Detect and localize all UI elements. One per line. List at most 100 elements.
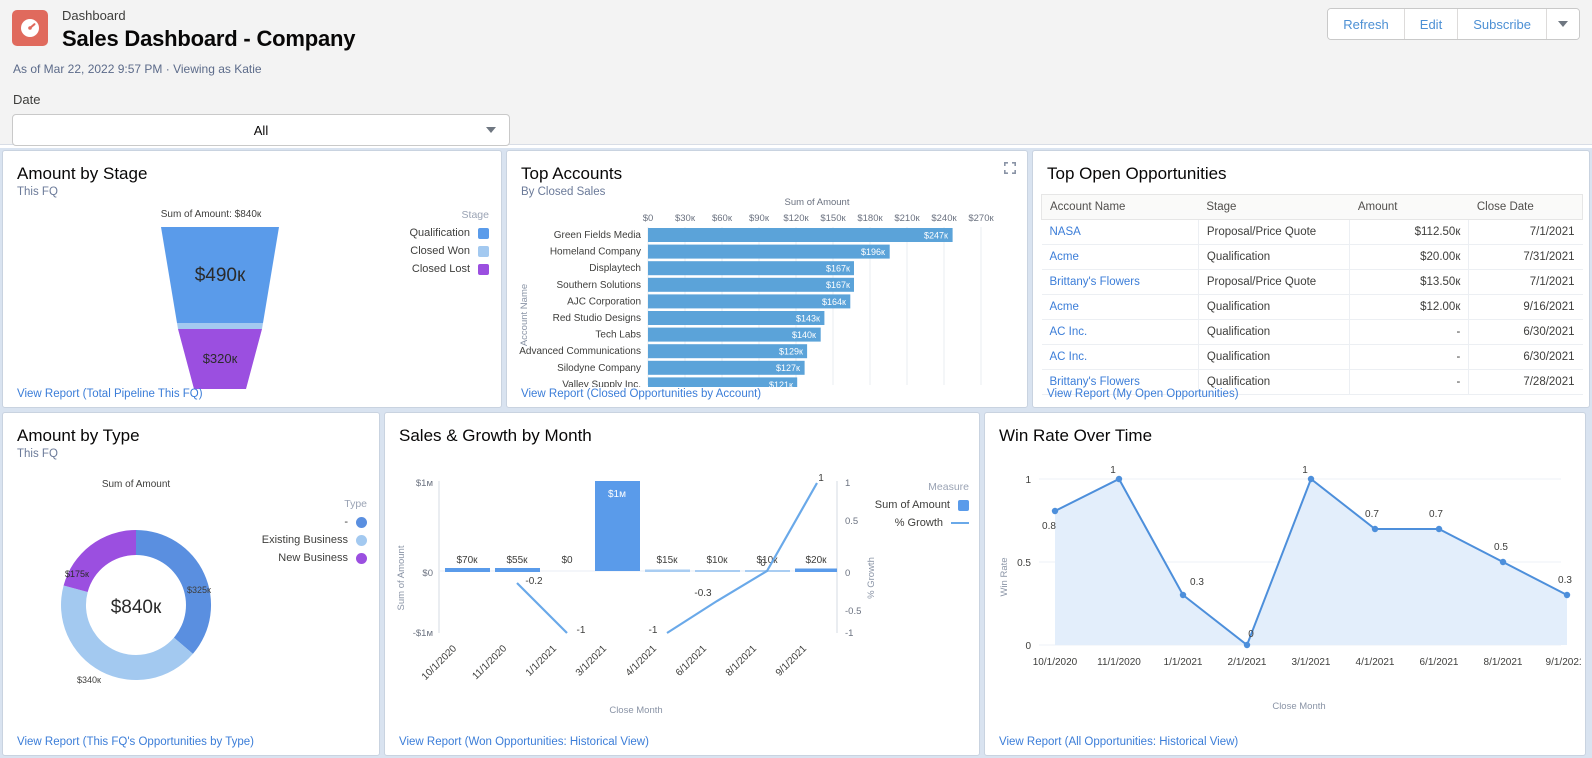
cell-close-date: 7/1/2021: [1469, 270, 1583, 295]
point-value-label: 1: [1302, 465, 1308, 476]
cell-amount: -: [1350, 345, 1469, 370]
card-title: Top Open Opportunities: [1033, 151, 1589, 184]
column-header-amount[interactable]: Amount: [1350, 195, 1469, 220]
card-top-accounts: Top Accounts By Closed Sales Sum of Amou…: [506, 150, 1028, 408]
legend-dot-icon: [356, 553, 367, 564]
x-tick: 6/1/2021: [1420, 657, 1459, 668]
column-header-stage[interactable]: Stage: [1198, 195, 1349, 220]
view-report-link[interactable]: View Report (All Opportunities: Historic…: [999, 736, 1238, 748]
view-report-link[interactable]: View Report (Won Opportunities: Historic…: [399, 736, 649, 748]
data-point[interactable]: [1372, 526, 1378, 532]
point-value-label: 0.8: [1042, 521, 1056, 532]
bar-value-label: $55к: [506, 555, 528, 566]
legend-item-closed-won[interactable]: Closed Won: [394, 245, 489, 257]
data-point[interactable]: [1116, 476, 1122, 482]
funnel-label-closed-lost: $320к: [203, 351, 238, 366]
bar[interactable]: [648, 245, 890, 259]
data-point[interactable]: [1500, 559, 1506, 565]
data-point[interactable]: [1244, 642, 1250, 648]
cell-account-name[interactable]: AC Inc.: [1042, 345, 1199, 370]
bar[interactable]: [648, 261, 854, 275]
point-value-label: 1: [1110, 465, 1116, 476]
y-axis-title: Sum of Amount: [396, 545, 407, 610]
table-header-row: Account Name Stage Amount Close Date: [1042, 195, 1583, 220]
bar-group: Green Fields Media $247к Homeland Compan…: [519, 228, 952, 387]
y2-tick: 0: [845, 568, 850, 579]
bar[interactable]: [645, 570, 690, 573]
line-value-label: -0.3: [694, 588, 712, 599]
cell-account-name[interactable]: Brittany's Flowers: [1042, 270, 1199, 295]
cell-account-name[interactable]: AC Inc.: [1042, 320, 1199, 345]
view-report-link[interactable]: View Report (Total Pipeline This FQ): [17, 388, 203, 400]
x-tick: $0: [643, 213, 654, 224]
y2-tick: -1: [845, 628, 853, 639]
y-tick: Homeland Company: [550, 247, 641, 258]
column-header-close-date[interactable]: Close Date: [1469, 195, 1583, 220]
bar[interactable]: [795, 569, 837, 573]
funnel-label-qualification: $490к: [195, 265, 246, 286]
bar[interactable]: [648, 294, 850, 308]
measure-legend: Measure Sum of Amount % Growth: [849, 481, 969, 529]
cell-account-name[interactable]: Acme: [1042, 245, 1199, 270]
cell-close-date: 9/16/2021: [1469, 295, 1583, 320]
funnel-segment-closed-won[interactable]: [177, 323, 263, 329]
y-tick: 0.5: [1017, 558, 1031, 569]
y-tick: 1: [1025, 475, 1031, 486]
cell-amount: $12.00к: [1350, 295, 1469, 320]
legend-item-dash[interactable]: -: [242, 516, 367, 528]
expand-icon[interactable]: [1003, 161, 1017, 175]
refresh-button[interactable]: Refresh: [1328, 9, 1405, 39]
data-point[interactable]: [1180, 592, 1186, 598]
column-header-account-name[interactable]: Account Name: [1042, 195, 1199, 220]
data-point[interactable]: [1308, 476, 1314, 482]
legend-item-new-business[interactable]: New Business: [242, 552, 367, 564]
y-tick: $0: [422, 568, 433, 579]
bar[interactable]: [648, 278, 854, 292]
funnel-chart: Sum of Amount: $840к $490к $320к: [11, 203, 411, 393]
x-tick: 4/1/2021: [1356, 657, 1395, 668]
bar-value-label: $140к: [792, 330, 816, 340]
bar[interactable]: [695, 570, 740, 572]
bar[interactable]: [495, 568, 540, 572]
x-axis-title: Sum of Amount: [785, 197, 850, 208]
y-tick: Valley Supply Inc.: [562, 379, 641, 387]
data-point[interactable]: [1052, 508, 1058, 514]
x-tick: 10/1/2020: [420, 643, 460, 683]
edit-button[interactable]: Edit: [1405, 9, 1458, 39]
donut-slice-new-business[interactable]: [64, 530, 136, 592]
view-report-link[interactable]: View Report (My Open Opportunities): [1047, 388, 1239, 400]
bar-value-label: $70к: [456, 555, 478, 566]
view-report-link[interactable]: View Report (This FQ's Opportunities by …: [17, 736, 254, 748]
date-filter-select[interactable]: All: [12, 114, 510, 146]
date-filter-value: All: [254, 123, 268, 138]
data-point[interactable]: [1564, 592, 1570, 598]
bar-value-label: $167к: [826, 264, 850, 274]
y-tick: -$1м: [413, 628, 433, 639]
bar[interactable]: [445, 568, 490, 572]
legend-item-closed-lost[interactable]: Closed Lost: [394, 263, 489, 275]
cell-amount: $20.00к: [1350, 245, 1469, 270]
x-tick: 1/1/2021: [524, 643, 560, 679]
cell-account-name[interactable]: Acme: [1042, 295, 1199, 320]
view-report-link[interactable]: View Report (Closed Opportunities by Acc…: [521, 388, 761, 400]
table-row: Brittany's Flowers Proposal/Price Quote …: [1042, 270, 1583, 295]
x-tick: 2/1/2021: [1228, 657, 1267, 668]
legend-item-sum-of-amount[interactable]: Sum of Amount: [849, 499, 969, 511]
data-point[interactable]: [1436, 526, 1442, 532]
card-subtitle: This FQ: [3, 184, 501, 198]
cell-stage: Proposal/Price Quote: [1198, 220, 1349, 245]
x-tick: $270к: [968, 213, 994, 224]
more-actions-button[interactable]: [1547, 9, 1579, 39]
cell-close-date: 7/28/2021: [1469, 370, 1583, 395]
legend-item-existing-business[interactable]: Existing Business: [242, 534, 367, 546]
legend-item-percent-growth[interactable]: % Growth: [849, 517, 969, 529]
x-tick: 10/1/2020: [1033, 657, 1078, 668]
cell-account-name[interactable]: NASA: [1042, 220, 1199, 245]
point-value-label: 0.3: [1190, 577, 1204, 588]
legend-item-qualification[interactable]: Qualification: [394, 227, 489, 239]
x-tick: $90к: [749, 213, 770, 224]
subscribe-button[interactable]: Subscribe: [1458, 9, 1547, 39]
table-row: AC Inc. Qualification - 6/30/2021: [1042, 320, 1583, 345]
bar-value-label: $129к: [779, 347, 803, 357]
bar[interactable]: [648, 228, 953, 242]
